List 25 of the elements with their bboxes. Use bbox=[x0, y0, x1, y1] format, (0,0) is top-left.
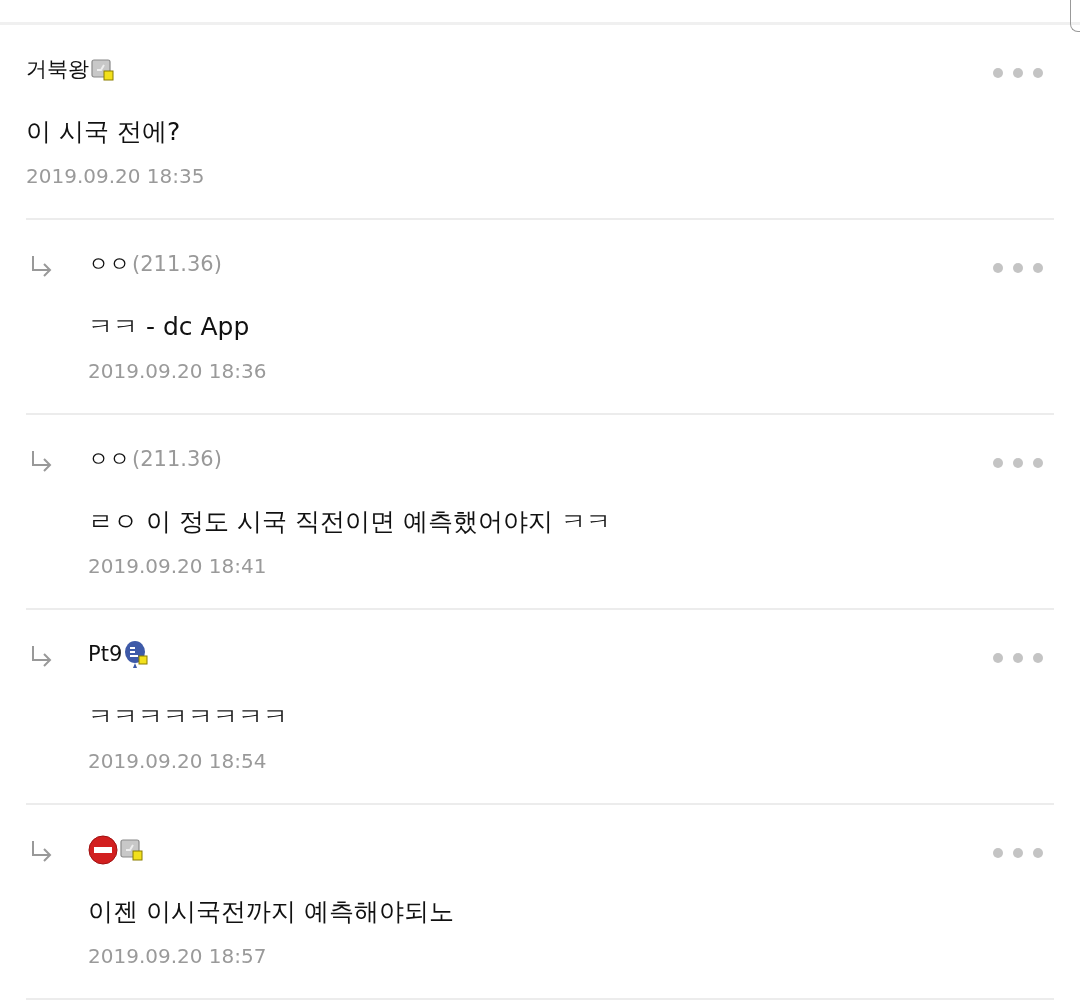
ip-address: (211.36) bbox=[132, 251, 222, 279]
comment-date: 2019.09.20 18:41 bbox=[88, 553, 268, 580]
comment-date: 2019.09.20 18:36 bbox=[88, 358, 267, 385]
comment-text: ㅋㅋㅋㅋㅋㅋㅋㅋ bbox=[88, 701, 288, 732]
ip-address: (211.36) bbox=[132, 446, 222, 474]
author-name[interactable]: ㅇㅇ bbox=[88, 249, 130, 281]
more-options-icon[interactable] bbox=[992, 847, 1044, 859]
comment-text: 이 시국 전에? bbox=[26, 116, 182, 147]
author-name[interactable]: Pt9 bbox=[88, 639, 123, 671]
balloon-badge-icon bbox=[124, 640, 151, 670]
comment-date: 2019.09.20 18:54 bbox=[88, 748, 268, 775]
more-options-icon[interactable] bbox=[992, 67, 1044, 79]
comment-date: 2019.09.20 18:35 bbox=[26, 163, 205, 190]
comment-date: 2019.09.20 18:57 bbox=[88, 943, 268, 970]
more-options-icon[interactable] bbox=[992, 652, 1044, 664]
gallery-badge-icon bbox=[91, 58, 115, 82]
comment-text: ㄹㅇ 이 정도 시국 직전이면 예측했어야지 ㅋㅋ bbox=[88, 506, 611, 537]
comment-text: ㅋㅋ - dc App bbox=[88, 311, 251, 342]
more-options-icon[interactable] bbox=[992, 457, 1044, 469]
comment-text: 이젠 이시국전까지 예측해야되노 bbox=[88, 896, 454, 927]
more-options-icon[interactable] bbox=[992, 262, 1044, 274]
no-entry-icon bbox=[88, 835, 118, 865]
author-name[interactable]: ㅇㅇ bbox=[88, 444, 130, 476]
author-name[interactable]: 거북왕 bbox=[26, 54, 89, 86]
gallery-badge-icon bbox=[120, 838, 144, 862]
